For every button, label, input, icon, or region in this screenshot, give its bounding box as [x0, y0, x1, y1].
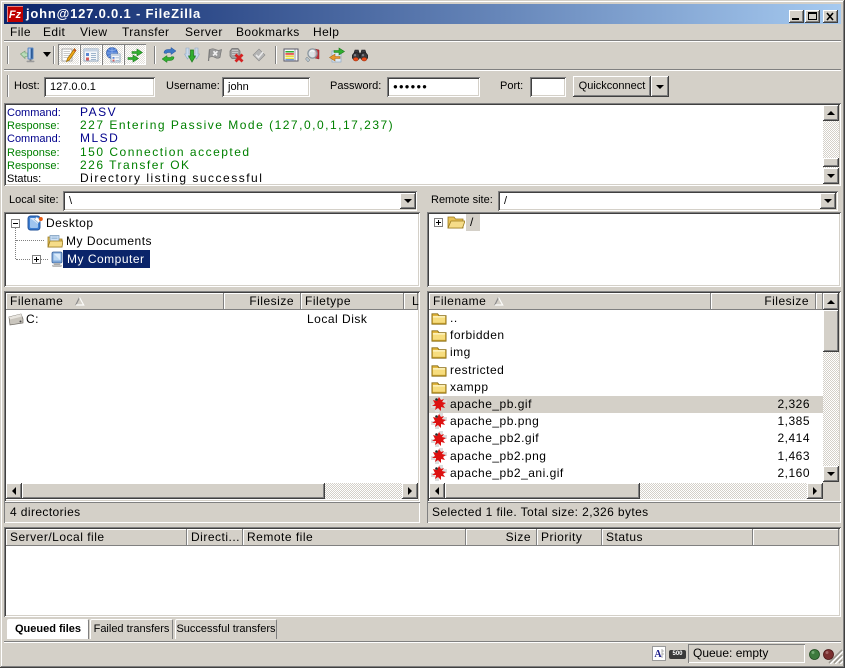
- svg-text:Fz: Fz: [9, 9, 22, 21]
- svg-text:A: A: [654, 649, 662, 660]
